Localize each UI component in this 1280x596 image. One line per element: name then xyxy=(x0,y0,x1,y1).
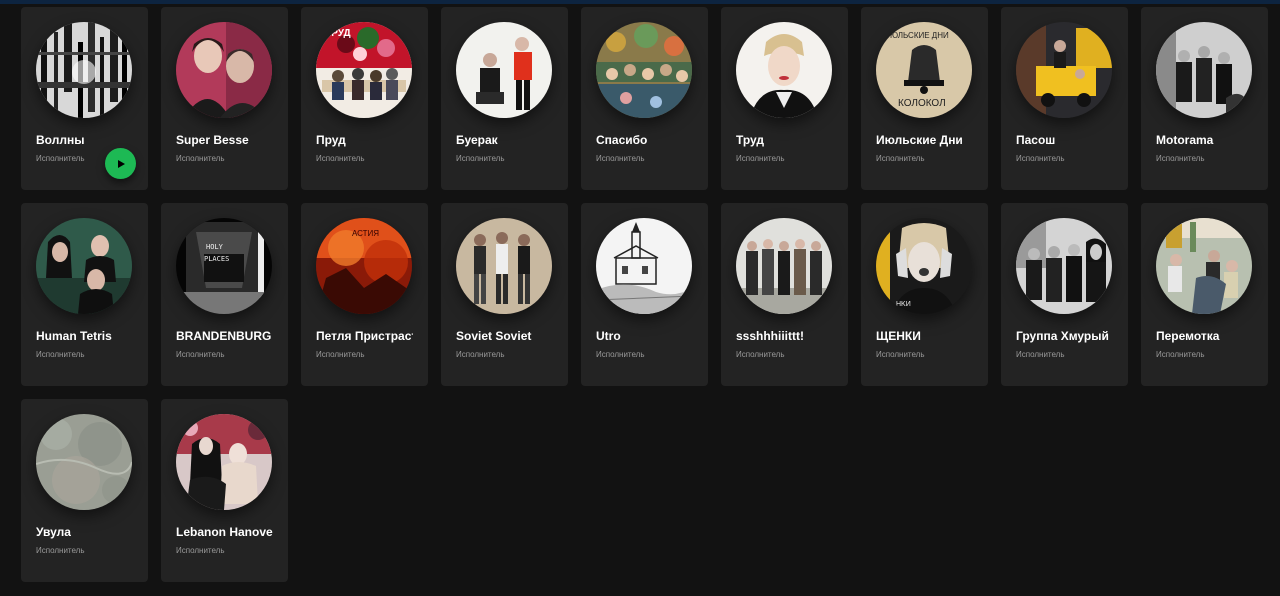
artist-image: ПРУД xyxy=(316,22,412,118)
artist-subtitle: Исполнитель xyxy=(36,350,85,359)
artist-image xyxy=(176,414,272,510)
artist-image: HKИ xyxy=(876,218,972,314)
artist-subtitle: Исполнитель xyxy=(176,154,225,163)
artist-subtitle: Исполнитель xyxy=(316,350,365,359)
artist-image xyxy=(456,22,552,118)
artist-subtitle: Исполнитель xyxy=(176,546,225,555)
artist-card[interactable]: АСТИЯ Петля Пристрастия Исполнитель xyxy=(301,203,428,386)
svg-text:PLACES: PLACES xyxy=(204,255,229,263)
artist-name[interactable]: Увула xyxy=(36,525,133,539)
artist-name[interactable]: ssshhhiiittt! xyxy=(736,329,833,343)
artist-name[interactable]: Super Besse xyxy=(176,133,273,147)
artist-image xyxy=(36,218,132,314)
artist-name[interactable]: ЩЕНКИ xyxy=(876,329,973,343)
play-icon xyxy=(117,159,125,168)
artist-image xyxy=(176,22,272,118)
artist-card[interactable]: Труд Исполнитель xyxy=(721,7,848,190)
play-button[interactable] xyxy=(105,148,136,179)
artist-name[interactable]: Перемотка xyxy=(1156,329,1253,343)
artist-subtitle: Исполнитель xyxy=(1156,154,1205,163)
artist-card[interactable]: Soviet Soviet Исполнитель xyxy=(441,203,568,386)
artist-card[interactable]: Пасош Исполнитель xyxy=(1001,7,1128,190)
artist-subtitle: Исполнитель xyxy=(1016,350,1065,359)
top-bar xyxy=(0,0,1280,4)
artist-card[interactable]: Human Tetris Исполнитель xyxy=(21,203,148,386)
artist-image xyxy=(1016,218,1112,314)
artist-name[interactable]: Пасош xyxy=(1016,133,1113,147)
artist-card[interactable]: Lebanon Hanover Исполнитель xyxy=(161,399,288,582)
artist-card[interactable]: Увула Исполнитель xyxy=(21,399,148,582)
artist-name[interactable]: Группа Хмурый xyxy=(1016,329,1113,343)
artist-name[interactable]: Спасибо xyxy=(596,133,693,147)
artist-subtitle: Исполнитель xyxy=(1016,154,1065,163)
artist-card[interactable]: HKИ ЩЕНКИ Исполнитель xyxy=(861,203,988,386)
artist-card[interactable]: ПРУД Пруд Исполнитель xyxy=(301,7,428,190)
artist-name[interactable]: Июльские Дни xyxy=(876,133,973,147)
artist-card[interactable]: Super Besse Исполнитель xyxy=(161,7,288,190)
artist-image xyxy=(596,218,692,314)
artist-image xyxy=(36,414,132,510)
artist-subtitle: Исполнитель xyxy=(736,350,785,359)
artist-name[interactable]: Soviet Soviet xyxy=(456,329,553,343)
artist-image xyxy=(36,22,132,118)
artist-image: ЮЛЬСКИЕ ДНИ КОЛОКОЛ xyxy=(876,22,972,118)
artist-name[interactable]: Lebanon Hanover xyxy=(176,525,273,539)
artist-image xyxy=(1016,22,1112,118)
artist-name[interactable]: Пруд xyxy=(316,133,413,147)
artist-image xyxy=(596,22,692,118)
artist-image: АСТИЯ xyxy=(316,218,412,314)
artist-name[interactable]: Петля Пристрастия xyxy=(316,329,413,343)
artist-card[interactable]: Перемотка Исполнитель xyxy=(1141,203,1268,386)
artist-subtitle: Исполнитель xyxy=(596,350,645,359)
artist-name[interactable]: Motorama xyxy=(1156,133,1253,147)
artist-card[interactable]: Utro Исполнитель xyxy=(581,203,708,386)
artist-subtitle: Исполнитель xyxy=(456,350,505,359)
artist-card[interactable]: Буерак Исполнитель xyxy=(441,7,568,190)
artist-subtitle: Исполнитель xyxy=(36,154,85,163)
artist-card[interactable]: Воллны Исполнитель xyxy=(21,7,148,190)
svg-text:АСТИЯ: АСТИЯ xyxy=(352,229,379,238)
artist-image: HOLY PLACES xyxy=(176,218,272,314)
svg-text:HKИ: HKИ xyxy=(896,301,911,308)
svg-text:HOLY: HOLY xyxy=(206,243,224,251)
artist-image xyxy=(1156,22,1252,118)
artist-card[interactable]: ssshhhiiittt! Исполнитель xyxy=(721,203,848,386)
artist-name[interactable]: Utro xyxy=(596,329,693,343)
artist-name[interactable]: Труд xyxy=(736,133,833,147)
svg-text:ЮЛЬСКИЕ ДНИ: ЮЛЬСКИЕ ДНИ xyxy=(890,31,949,40)
svg-text:КОЛОКОЛ: КОЛОКОЛ xyxy=(898,98,946,109)
artist-card[interactable]: HOLY PLACES BRANDENBURG Исполнитель xyxy=(161,203,288,386)
artist-subtitle: Исполнитель xyxy=(316,154,365,163)
artist-subtitle: Исполнитель xyxy=(36,546,85,555)
artist-subtitle: Исполнитель xyxy=(456,154,505,163)
artist-image xyxy=(736,218,832,314)
artist-subtitle: Исполнитель xyxy=(736,154,785,163)
artist-name[interactable]: Буерак xyxy=(456,133,553,147)
svg-text:ПРУД: ПРУД xyxy=(324,28,351,39)
artist-card[interactable]: ЮЛЬСКИЕ ДНИ КОЛОКОЛ Июльские Дни Исполни… xyxy=(861,7,988,190)
artist-subtitle: Исполнитель xyxy=(1156,350,1205,359)
artist-subtitle: Исполнитель xyxy=(876,350,925,359)
artist-name[interactable]: Human Tetris xyxy=(36,329,133,343)
artist-image xyxy=(1156,218,1252,314)
artist-name[interactable]: BRANDENBURG xyxy=(176,329,273,343)
artist-card[interactable]: Motorama Исполнитель xyxy=(1141,7,1268,190)
artist-subtitle: Исполнитель xyxy=(596,154,645,163)
artist-card[interactable]: Спасибо Исполнитель xyxy=(581,7,708,190)
artist-name[interactable]: Воллны xyxy=(36,133,133,147)
artist-subtitle: Исполнитель xyxy=(176,350,225,359)
artist-grid: Воллны Исполнитель Super Besse Исполните… xyxy=(21,7,1268,582)
artist-image xyxy=(736,22,832,118)
artist-subtitle: Исполнитель xyxy=(876,154,925,163)
artist-card[interactable]: Группа Хмурый Исполнитель xyxy=(1001,203,1128,386)
artist-image xyxy=(456,218,552,314)
